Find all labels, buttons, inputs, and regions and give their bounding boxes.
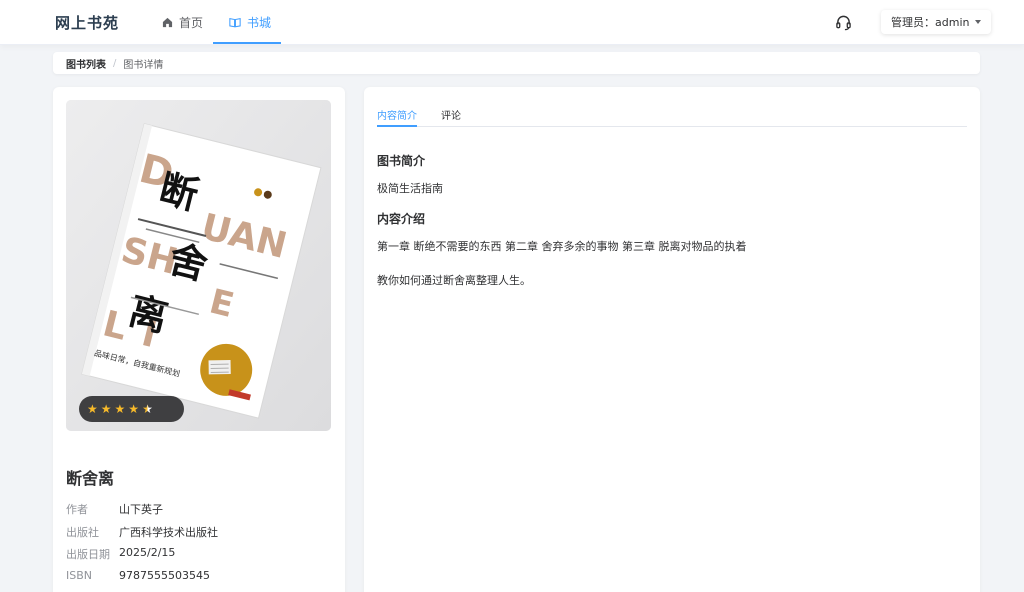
book-cover-image: D UAN SH E L I 断 舍 离 品味日常，自我重新规划 ★ ★ ★ ★… <box>66 100 331 431</box>
nav-active-indicator <box>213 42 281 44</box>
tab-summary[interactable]: 内容简介 <box>377 107 417 122</box>
star-icon: ★ <box>142 402 153 416</box>
star-icon: ★ <box>87 402 98 416</box>
meta-label: 出版社 <box>66 526 99 539</box>
breadcrumb-separator: / <box>113 57 117 69</box>
star-icon: ★ <box>114 402 126 416</box>
meta-value: 2025/2/15 <box>119 546 176 559</box>
chevron-down-icon <box>975 20 982 24</box>
star-icon: ★ <box>128 402 140 416</box>
meta-label: 出版日期 <box>66 548 110 561</box>
detail-line-2: 教你如何通过断舍离整理人生。 <box>377 274 531 287</box>
meta-label: 作者 <box>66 503 88 516</box>
nav-bookstore[interactable]: 书城 <box>229 0 271 45</box>
home-icon <box>162 17 173 28</box>
breadcrumb: 图书列表 / 图书详情 <box>53 52 980 74</box>
headset-icon[interactable] <box>835 14 852 34</box>
star-icon: ★ <box>100 402 112 416</box>
breadcrumb-book-detail: 图书详情 <box>123 59 164 71</box>
meta-value: 广西科学技术出版社 <box>119 526 218 539</box>
meta-value: 山下英子 <box>119 503 163 516</box>
detail-heading: 内容介绍 <box>377 212 426 226</box>
user-menu[interactable]: 管理员：admin <box>881 10 992 34</box>
intro-text: 极简生活指南 <box>377 182 443 195</box>
nav-home-label: 首页 <box>179 16 204 30</box>
tab-active-indicator <box>377 125 417 127</box>
meta-row-author: 作者 山下英子 <box>66 501 163 517</box>
detail-line-1: 第一章 断绝不需要的东西 第二章 舍弃多余的事物 第三章 脱离对物品的执着 <box>377 240 747 253</box>
star-rating: ★ ★ ★ ★ ★ <box>79 396 184 422</box>
intro-heading: 图书简介 <box>377 154 426 168</box>
user-label: 管理员：admin <box>891 16 970 29</box>
nav-home[interactable]: 首页 <box>162 0 203 45</box>
site-logo[interactable]: 网上书苑 <box>55 12 119 33</box>
book-info-card: D UAN SH E L I 断 舍 离 品味日常，自我重新规划 ★ ★ ★ ★… <box>53 87 345 592</box>
meta-label: ISBN <box>66 569 93 582</box>
meta-row-isbn: ISBN 9787555503545 <box>66 569 210 582</box>
meta-value: 9787555503545 <box>119 569 210 582</box>
book-icon <box>229 17 241 28</box>
meta-row-publisher: 出版社 广西科学技术出版社 <box>66 524 218 540</box>
breadcrumb-book-list[interactable]: 图书列表 <box>66 56 106 71</box>
top-header: 网上书苑 首页 书城 管理员：admin <box>0 0 1024 45</box>
book-title: 断舍离 <box>66 469 115 488</box>
tab-comments[interactable]: 评论 <box>441 107 461 122</box>
detail-tabs: 内容简介 评论 <box>377 101 967 127</box>
meta-row-publish-date: 出版日期 2025/2/15 <box>66 546 175 562</box>
book-detail-panel: 内容简介 评论 图书简介 极简生活指南 内容介绍 第一章 断绝不需要的东西 第二… <box>364 87 980 592</box>
nav-bookstore-label: 书城 <box>247 16 272 30</box>
